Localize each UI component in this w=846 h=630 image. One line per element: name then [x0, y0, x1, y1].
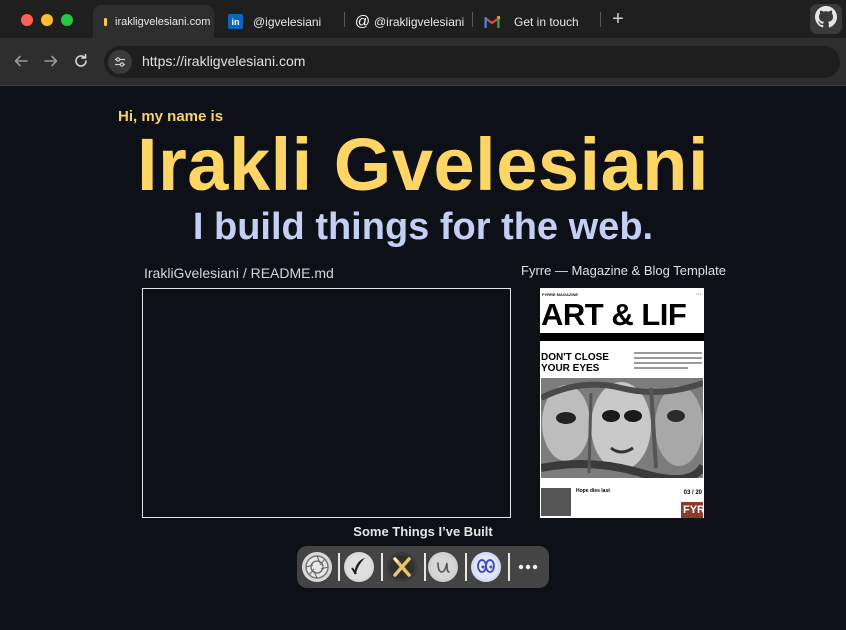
dock-divider: [381, 553, 383, 581]
tab-linkedin[interactable]: in @igvelesiani: [228, 5, 321, 38]
project-script-u-button[interactable]: [428, 552, 458, 582]
url-text: https://irakligvelesiani.com: [142, 53, 306, 69]
project-quill-button[interactable]: [344, 552, 374, 582]
project-eyes-button[interactable]: [471, 552, 501, 582]
article-thumbnail: [541, 488, 571, 516]
tab-label: @igvelesiani: [253, 14, 322, 29]
address-bar[interactable]: https://irakligvelesiani.com: [104, 46, 840, 78]
hero-tagline: I build things for the web.: [192, 206, 654, 248]
arrow-right-icon: [44, 55, 58, 67]
cutlery-icon: [390, 555, 414, 579]
tab-gmail[interactable]: Get in touch: [484, 5, 579, 38]
eyes-icon: [474, 555, 498, 579]
projects-heading: Some Things I’ve Built: [353, 524, 493, 539]
project-aperture-button[interactable]: [302, 552, 332, 582]
browser-toolbar: https://irakligvelesiani.com: [0, 38, 846, 86]
tab-divider: [344, 12, 345, 27]
issue-date: 03 / 20: [683, 490, 702, 496]
tab-label: @irakligvelesiani: [374, 14, 465, 29]
github-extension-button[interactable]: [810, 4, 842, 34]
reload-button[interactable]: [72, 52, 90, 70]
magazine-body-text: [634, 352, 702, 372]
site-settings-button[interactable]: [108, 50, 132, 74]
threads-icon: @: [354, 13, 371, 30]
tab-divider: [472, 12, 473, 27]
aperture-icon: [305, 555, 329, 579]
linkedin-icon: in: [228, 14, 243, 29]
project-cutlery-button[interactable]: [387, 552, 417, 582]
hero-name: Irakli Gvelesiani: [136, 123, 710, 206]
tab-irakligvelesiani[interactable]: irakligvelesiani.com: [93, 5, 214, 38]
magazine-nav: ▪ ▪ ▪: [696, 292, 701, 296]
back-button[interactable]: [12, 52, 30, 70]
tab-label: Get in touch: [514, 14, 579, 29]
project-preview-label[interactable]: Fyrre — Magazine & Blog Template: [521, 263, 726, 278]
tab-threads[interactable]: @ @irakligvelesiani: [355, 5, 464, 38]
magazine-footer: Hope dies last 03 / 20 FYR: [541, 486, 703, 518]
readme-embed[interactable]: [142, 288, 511, 518]
more-projects-button[interactable]: [513, 552, 543, 582]
maximize-window-button[interactable]: [61, 14, 73, 26]
site-favicon-icon: [104, 17, 107, 26]
github-icon: [815, 5, 837, 33]
forward-button[interactable]: [42, 52, 60, 70]
gmail-icon: [484, 15, 500, 28]
readme-label[interactable]: IrakliGvelesiani / README.md: [144, 265, 334, 281]
magazine-logo: FYR: [681, 502, 703, 518]
dock-divider: [465, 553, 467, 581]
minimize-window-button[interactable]: [41, 14, 53, 26]
magazine-ticker-bar: [540, 333, 704, 341]
script-u-icon: [431, 555, 455, 579]
browser-titlebar: irakligvelesiani.com in @igvelesiani @ @…: [0, 0, 846, 38]
dock-divider: [424, 553, 426, 581]
tab-divider: [600, 12, 601, 27]
reload-icon: [75, 53, 87, 67]
close-window-button[interactable]: [21, 14, 33, 26]
magazine-headline: DON'T CLOSE YOUR EYES: [541, 352, 609, 374]
tab-label: irakligvelesiani.com: [115, 15, 211, 28]
tune-icon: [115, 57, 125, 67]
magazine-artwork-image: [540, 378, 704, 484]
new-tab-button[interactable]: +: [609, 8, 627, 30]
magazine-title: ART & LIF: [541, 297, 687, 332]
dock-divider: [338, 553, 340, 581]
more-icon: [518, 564, 538, 570]
projects-dock: [297, 546, 549, 588]
dock-divider: [508, 553, 510, 581]
article-title: Hope dies last: [576, 488, 610, 494]
project-preview-image[interactable]: FYRRE MAGAZINE ▪ ▪ ▪ ART & LIF DON'T CLO…: [540, 288, 704, 518]
quill-icon: [347, 555, 371, 579]
arrow-left-icon: [14, 55, 28, 67]
